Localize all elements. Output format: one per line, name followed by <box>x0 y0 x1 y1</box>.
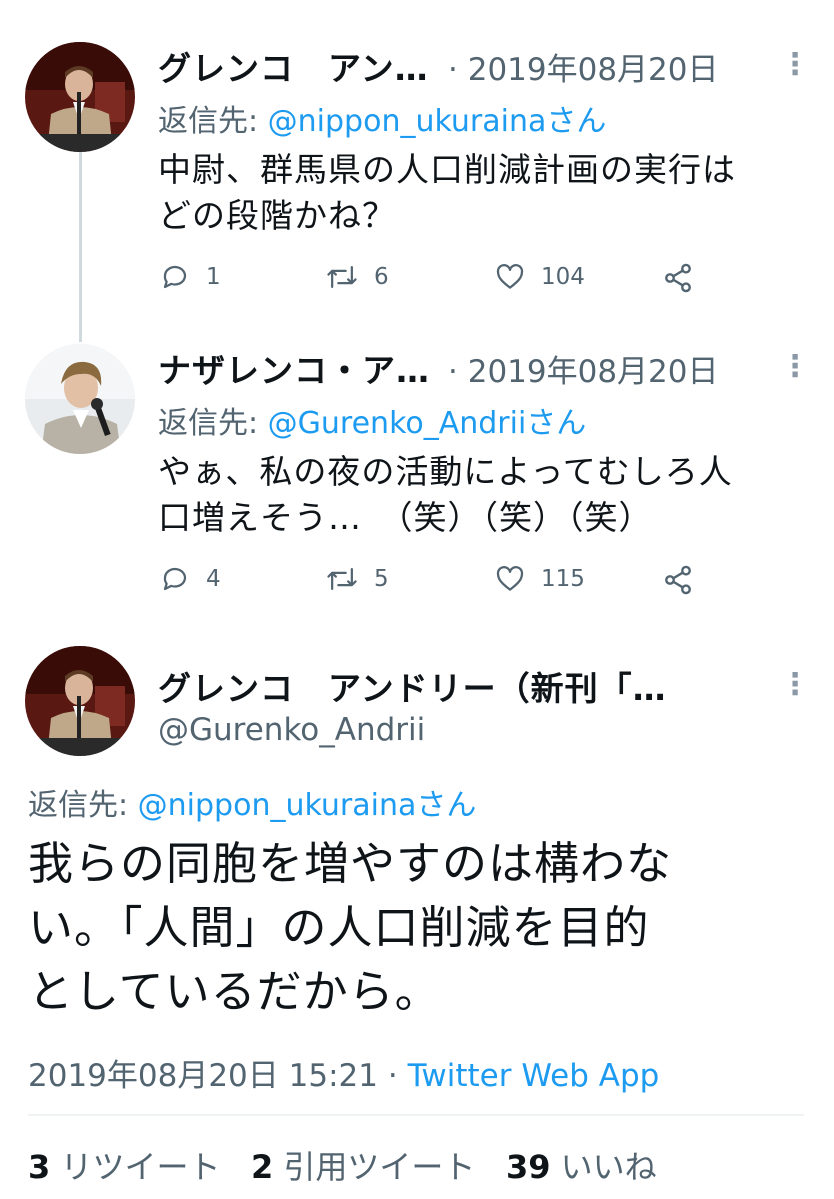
tweet-1[interactable]: グレンコ アン… · 2019年08月20日 ⋮ 返信先: @nippon_uk… <box>0 0 834 320</box>
tweet-text-line: 中尉、群馬県の人口削減計画の実行は <box>158 150 736 189</box>
tweet-text-line: い。「人間」の人口削減を目的 <box>28 901 650 954</box>
retweets-stat[interactable]: 3 リツイート <box>28 1148 220 1186</box>
tweet-actions: 4 5 115 <box>0 564 834 604</box>
separator-dot: · <box>448 354 458 390</box>
tweet-date[interactable]: 2019年08月20日 <box>468 52 719 88</box>
tweet-actions: 1 6 104 <box>0 262 834 302</box>
reply-to-mention[interactable]: @Gurenko_Andriiさん <box>268 406 587 441</box>
tweet-text-line: 我らの同胞を増やすのは構わな <box>28 837 673 890</box>
reply-to: 返信先: @nippon_ukurainaさん <box>158 96 606 140</box>
likes-stat[interactable]: 39 いいね <box>506 1148 657 1186</box>
reply-to-label: 返信先: <box>28 788 129 823</box>
author-name[interactable]: ナザレンコ・ア… <box>158 344 430 392</box>
reply-icon <box>163 567 187 591</box>
tweet-text: 中尉、群馬県の人口削減計画の実行は どの段階かね？ <box>158 147 736 239</box>
heart-icon <box>496 566 524 591</box>
author-name[interactable]: グレンコ アン… <box>158 42 429 90</box>
engagement-stats: 3 リツイート 2 引用ツイート 39 いいね <box>28 1142 657 1188</box>
retweets-label: リツイート <box>60 1148 221 1186</box>
divider <box>28 1114 804 1116</box>
separator-dot: · <box>387 1058 398 1094</box>
reply-to-label: 返信先: <box>158 104 259 139</box>
tweet-text-line: どの段階かね？ <box>158 196 396 235</box>
like-button[interactable]: 104 <box>495 262 585 292</box>
retweet-count: 5 <box>374 566 389 592</box>
retweet-button[interactable]: 5 <box>326 564 389 594</box>
tweet-date-row: · 2019年08月20日 <box>448 44 719 89</box>
reply-to-mention[interactable]: @nippon_ukurainaさん <box>138 788 477 823</box>
tweet-text-line: やぁ、私の夜の活動によってむしろ人 <box>158 452 733 491</box>
main-tweet-text: 我らの同胞を増やすのは構わな い。「人間」の人口削減を目的 としているだから。 <box>28 832 672 1024</box>
retweet-icon <box>327 568 357 590</box>
reply-count: 1 <box>206 264 221 290</box>
reply-button[interactable]: 4 <box>160 564 221 594</box>
retweet-icon <box>327 266 357 288</box>
share-button[interactable] <box>662 262 694 294</box>
like-count: 104 <box>541 264 585 290</box>
heart-icon <box>496 264 524 289</box>
quotes-stat[interactable]: 2 引用ツイート <box>251 1148 475 1186</box>
tweet-date-row: · 2019年08月20日 <box>448 346 719 391</box>
tweet-text: やぁ、私の夜の活動によってむしろ人 口増えそう… （笑）（笑）（笑） <box>158 449 733 541</box>
retweets-count: 3 <box>28 1148 51 1186</box>
tweet-text-line: 口増えそう… （笑）（笑）（笑） <box>158 498 653 537</box>
reply-to-label: 返信先: <box>158 406 259 441</box>
reply-to-mention[interactable]: @nippon_ukurainaさん <box>268 104 607 139</box>
share-icon <box>665 565 691 595</box>
reply-count: 4 <box>206 566 221 592</box>
tweet-text-line: としているだから。 <box>28 965 441 1018</box>
timestamp[interactable]: 2019年08月20日 15:21 <box>28 1058 378 1094</box>
like-button[interactable]: 115 <box>495 564 585 594</box>
main-tweet: グレンコ アンドリー（新刊「… @Gurenko_Andrii ⋮ 返信先: @… <box>0 620 834 1199</box>
reply-to: 返信先: @nippon_ukurainaさん <box>28 780 476 824</box>
share-button[interactable] <box>662 564 694 596</box>
share-icon <box>665 263 691 293</box>
quotes-count: 2 <box>250 1148 274 1186</box>
avatar[interactable] <box>25 344 135 454</box>
likes-count: 39 <box>505 1148 551 1186</box>
tweet-date[interactable]: 2019年08月20日 <box>468 354 719 390</box>
more-options-icon[interactable]: ⋮ <box>780 670 810 700</box>
tweet-2[interactable]: ナザレンコ・ア… · 2019年08月20日 ⋮ 返信先: @Gurenko_A… <box>0 320 834 620</box>
reply-icon <box>163 265 187 289</box>
retweet-count: 6 <box>374 264 389 290</box>
separator-dot: · <box>448 52 458 88</box>
reply-button[interactable]: 1 <box>160 262 221 292</box>
timestamp-row: 2019年08月20日 15:21 · Twitter Web App <box>28 1050 659 1095</box>
author-name[interactable]: グレンコ アンドリー（新刊「… <box>158 662 667 710</box>
avatar[interactable] <box>25 42 135 152</box>
source-app-link[interactable]: Twitter Web App <box>408 1058 660 1094</box>
author-handle[interactable]: @Gurenko_Andrii <box>158 712 425 748</box>
retweet-button[interactable]: 6 <box>326 262 389 292</box>
avatar[interactable] <box>25 646 135 756</box>
more-options-icon[interactable]: ⋮ <box>780 352 810 382</box>
likes-label: いいね <box>560 1148 657 1186</box>
like-count: 115 <box>541 566 585 592</box>
quotes-label: 引用ツイート <box>283 1148 476 1186</box>
reply-to: 返信先: @Gurenko_Andriiさん <box>158 398 586 442</box>
more-options-icon[interactable]: ⋮ <box>780 50 810 80</box>
